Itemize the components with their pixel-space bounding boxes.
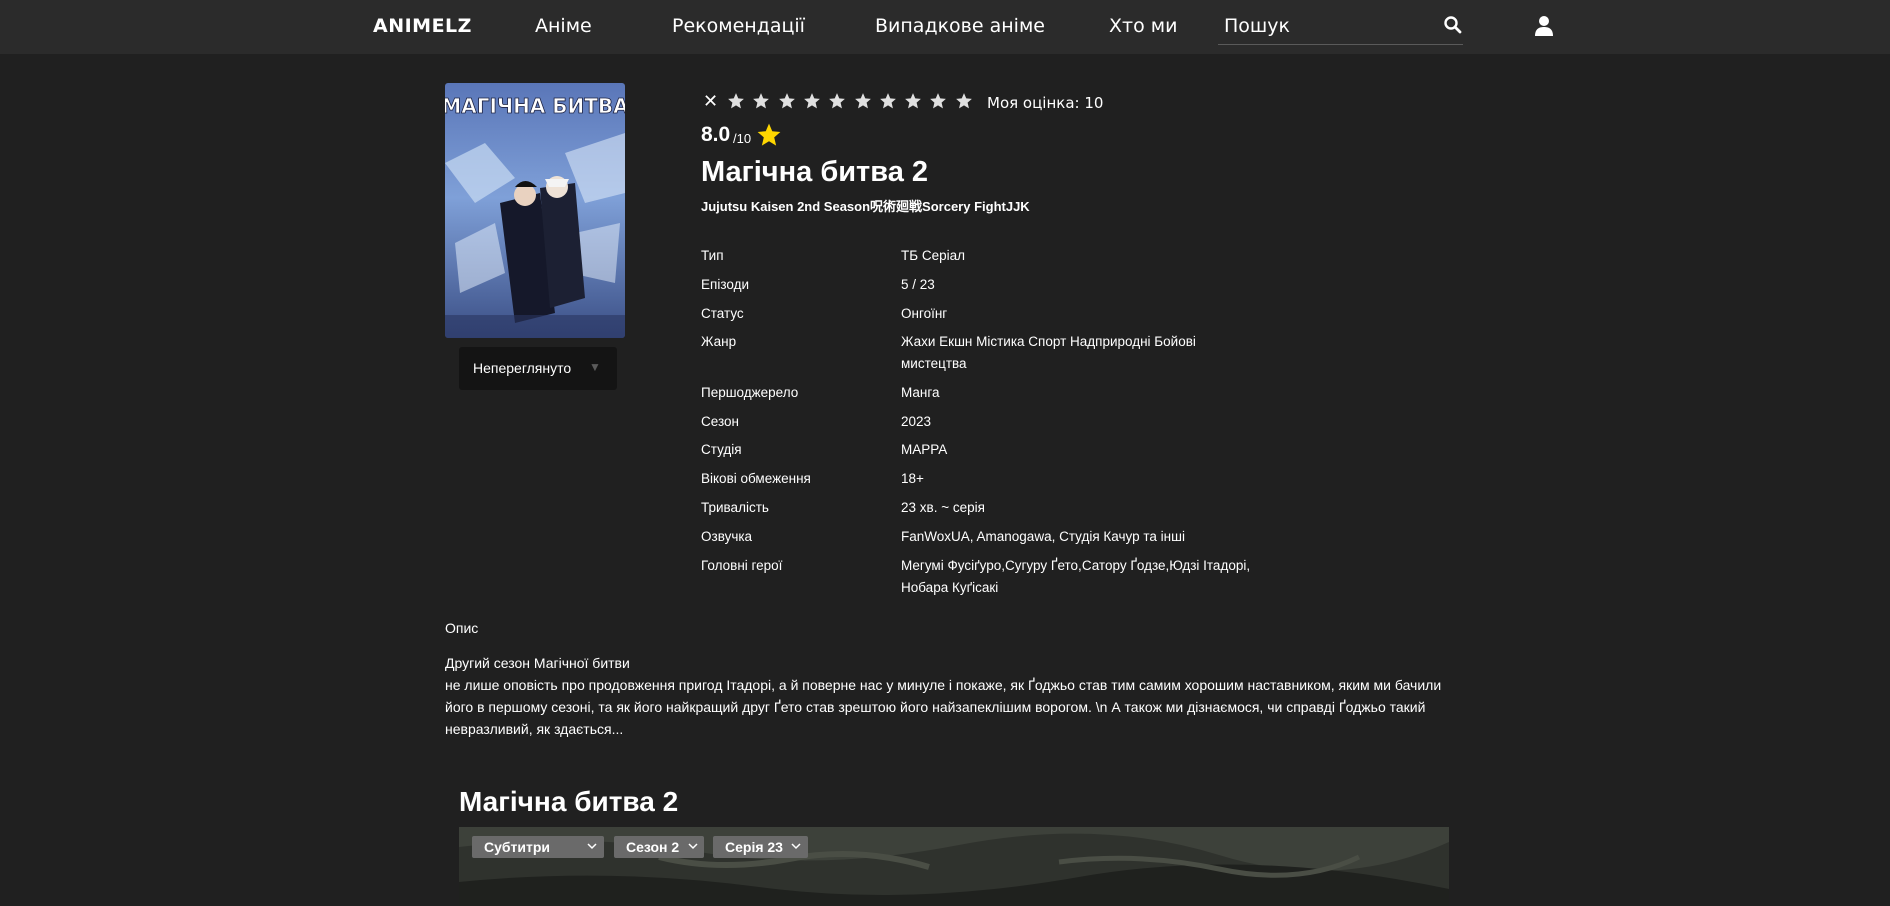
rating-star-icon[interactable]: [727, 92, 745, 110]
description-text: не лише оповість про продовження пригод …: [445, 677, 1442, 737]
info-key: Статус: [701, 306, 744, 321]
info-value: Манга: [901, 385, 940, 400]
rating-star-icon[interactable]: [803, 92, 821, 110]
rating-star-icon[interactable]: [904, 92, 922, 110]
search-icon[interactable]: [1443, 15, 1463, 35]
site-logo[interactable]: ANIMELZ: [373, 15, 472, 37]
search-input[interactable]: [1224, 14, 1424, 38]
anime-poster: МАГІЧНА БИТВА: [445, 83, 625, 338]
rating-star-icon[interactable]: [778, 92, 796, 110]
video-preview: [459, 827, 1449, 906]
info-value: 18+: [901, 471, 924, 486]
anime-title: Магічна битва 2: [701, 156, 929, 188]
info-key: Епізоди: [701, 277, 749, 292]
translation-select-label: Субтитри: [484, 839, 551, 855]
info-value: Онгоїнг: [901, 306, 948, 321]
poster-title-text: МАГІЧНА БИТВА: [445, 94, 625, 118]
star-icon: [757, 123, 781, 146]
info-value: 23 хв. ~ серія: [901, 500, 985, 515]
rating-star-icon[interactable]: [752, 92, 770, 110]
my-score-label: Моя оцінка: 10: [987, 94, 1104, 112]
info-key: Тип: [701, 248, 724, 263]
info-value: FanWoxUA, Amanogawa, Студія Качур та інш…: [901, 529, 1185, 544]
info-key: Студія: [701, 442, 742, 457]
watch-status-label: Непереглянуто: [473, 360, 572, 376]
search-box: [1218, 10, 1463, 45]
episode-select-label: Серія 23: [725, 839, 783, 855]
video-player[interactable]: Субтитри Сезон 2 Серія 23: [459, 827, 1449, 906]
info-value: ТБ Серіал: [901, 248, 966, 263]
info-value: 2023: [901, 414, 932, 429]
poster-image: МАГІЧНА БИТВА: [445, 83, 625, 338]
nav-link-random-anime[interactable]: Випадкове аніме: [875, 15, 1045, 37]
rating-star-icon[interactable]: [955, 92, 973, 110]
top-nav: ANIMELZ Аніме Рекомендації Випадкове ані…: [0, 0, 1890, 54]
average-score: 8.0: [701, 123, 731, 146]
rating-star-icon[interactable]: [828, 92, 846, 110]
dropdown-arrow-icon: ▼: [589, 360, 601, 374]
season-select[interactable]: Сезон 2: [614, 836, 704, 858]
info-key: Тривалість: [701, 500, 769, 515]
chevron-down-icon: [791, 843, 801, 850]
info-key: Першоджерело: [701, 385, 799, 400]
score-max: /10: [733, 131, 752, 146]
description-lead: Другий сезон Магічної битви: [445, 655, 630, 671]
nav-link-about[interactable]: Хто ми: [1109, 15, 1177, 37]
chevron-down-icon: [688, 843, 698, 850]
season-select-label: Сезон 2: [626, 839, 680, 855]
description-heading: Опис: [445, 620, 479, 636]
info-key: Головні герої: [701, 558, 783, 573]
info-key: Вікові обмеження: [701, 471, 811, 486]
rating-star-icon[interactable]: [854, 92, 872, 110]
user-icon[interactable]: [1534, 15, 1554, 37]
info-value: Мегумі Фусіґуро,Сугуру Ґето,Сатору Ґодзе…: [901, 558, 1251, 595]
info-value: MAPPA: [901, 442, 948, 457]
watch-status-dropdown[interactable]: Непереглянуто ▼: [459, 347, 617, 390]
nav-link-recommendations[interactable]: Рекомендації: [672, 15, 805, 37]
chevron-down-icon: [587, 843, 597, 850]
info-value: Жахи Екшн Містика Спорт Надприродні Бойо…: [901, 334, 1196, 371]
translation-select[interactable]: Субтитри: [472, 836, 604, 858]
info-key: Озвучка: [701, 529, 753, 544]
nav-link-anime[interactable]: Аніме: [535, 15, 592, 37]
rating-star-icon[interactable]: [879, 92, 897, 110]
description: Другий сезон Магічної битви не лише опов…: [445, 652, 1445, 740]
clear-rating-button[interactable]: ✕: [703, 91, 718, 112]
episode-select[interactable]: Серія 23: [713, 836, 808, 858]
alt-names: Jujutsu Kaisen 2nd Season呪術廻戦Sorcery Fig…: [701, 199, 1030, 214]
player-title: Магічна битва 2: [459, 786, 679, 817]
info-key: Жанр: [701, 334, 737, 349]
info-key: Сезон: [701, 414, 739, 429]
rating-star-icon[interactable]: [929, 92, 947, 110]
info-value: 5 / 23: [901, 277, 935, 292]
